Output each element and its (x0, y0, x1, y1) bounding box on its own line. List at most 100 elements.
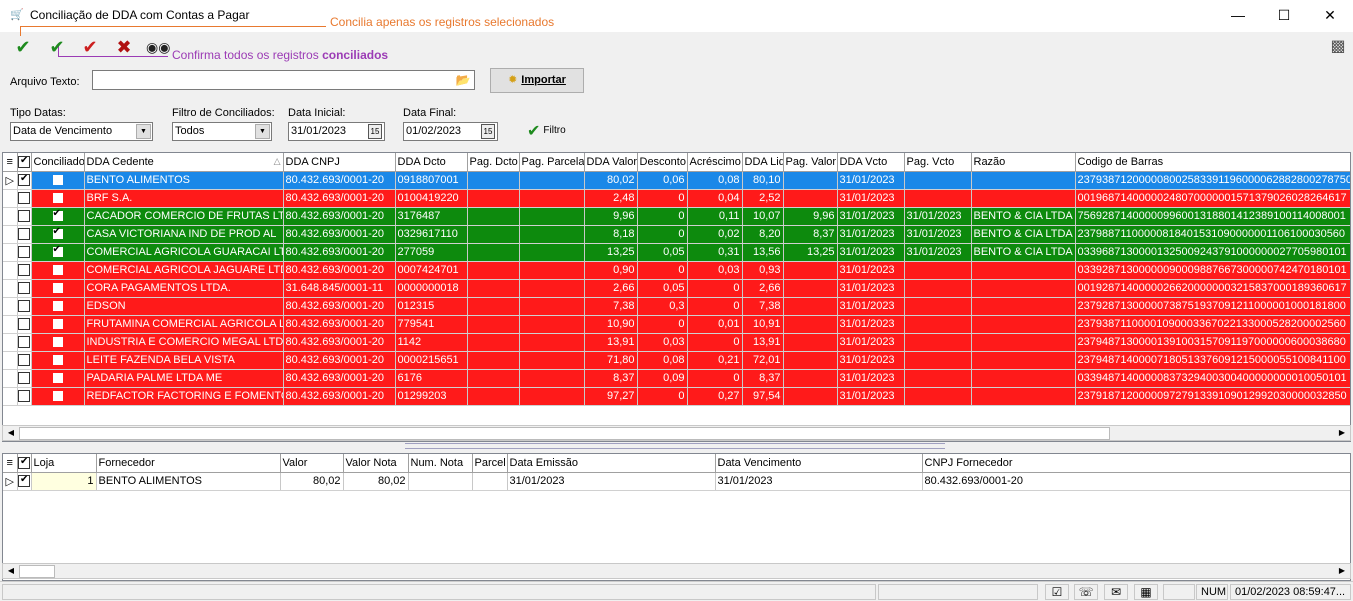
calculator-icon[interactable]: ▦ (1134, 584, 1158, 600)
row-select-cell[interactable] (17, 333, 32, 352)
row-select-checkbox[interactable] (18, 474, 30, 488)
col-razao[interactable]: Razão (971, 153, 1076, 172)
header-menu-icon[interactable]: ≡ (3, 454, 18, 473)
row-select-cell[interactable] (17, 387, 32, 406)
chevron-down-icon[interactable]: ▼ (255, 124, 270, 139)
row-select-cell[interactable] (17, 351, 32, 370)
row-select-checkbox[interactable] (18, 354, 30, 367)
conciliado-cell[interactable] (31, 387, 85, 406)
col-cnpj-fornecedor[interactable]: CNPJ Fornecedor (922, 454, 1350, 473)
data-final-field[interactable]: 01/02/2023 15 (403, 122, 498, 141)
grid-splitter[interactable] (405, 443, 945, 449)
row-select-cell[interactable] (17, 279, 32, 298)
conciliado-cell[interactable] (31, 297, 85, 316)
table-row[interactable]: CASA VICTORIANA IND DE PROD AL80.432.693… (3, 225, 1350, 244)
row-select-cell[interactable] (17, 171, 32, 190)
table-row[interactable]: CACADOR COMERCIO DE FRUTAS LTD80.432.693… (3, 207, 1350, 226)
row-select-cell[interactable] (17, 297, 32, 316)
row-select-cell[interactable] (17, 189, 32, 208)
row-select-checkbox[interactable] (18, 246, 30, 259)
check-red-icon[interactable]: ✔ (79, 36, 101, 58)
select-all-checkbox[interactable] (17, 454, 32, 473)
col-pag-dcto[interactable]: Pag. Dcto (467, 153, 520, 172)
conciliado-cell[interactable] (31, 333, 85, 352)
col-parcel[interactable]: Parcel (472, 454, 508, 473)
row-select-checkbox[interactable] (18, 282, 30, 295)
row-select-checkbox[interactable] (18, 173, 30, 187)
conciliado-checkbox[interactable] (52, 226, 63, 240)
col-loja[interactable]: Loja (31, 454, 97, 473)
calendar-icon[interactable]: 15 (368, 124, 382, 139)
scroll-left-icon[interactable]: ◀ (3, 564, 19, 578)
conciliado-cell[interactable] (31, 171, 85, 190)
open-folder-icon[interactable]: 📂 (455, 72, 471, 88)
table-row[interactable]: LEITE FAZENDA BELA VISTA 80.432.693/0001-… (3, 351, 1350, 370)
conciliado-checkbox[interactable] (52, 391, 63, 402)
col-codigo-barras[interactable]: Codigo de Barras (1075, 153, 1350, 172)
data-inicial-field[interactable]: 31/01/2023 15 (288, 122, 385, 141)
check-all-icon[interactable]: ✔ (46, 36, 68, 58)
checkbox-icon[interactable] (18, 456, 30, 469)
row-select-checkbox[interactable] (18, 390, 30, 403)
col-conciliado[interactable]: Conciliado (31, 153, 85, 172)
chevron-down-icon[interactable]: ▼ (136, 124, 151, 139)
row-select-cell[interactable] (17, 261, 32, 280)
mail-icon[interactable]: ✉ (1104, 584, 1128, 600)
row-select-checkbox[interactable] (18, 336, 30, 349)
checklist-icon[interactable]: ☑ (1045, 584, 1069, 600)
row-select-cell[interactable] (17, 369, 32, 388)
row-select-checkbox[interactable] (18, 192, 30, 205)
minimize-button[interactable]: — (1215, 0, 1261, 32)
col-dda-vcto[interactable]: DDA Vcto (837, 153, 905, 172)
table-row[interactable]: INDUSTRIA E COMERCIO MEGAL LTD 80.432.693… (3, 333, 1350, 352)
table-row[interactable]: ▷ BENTO ALIMENTOS80.432.693/0001-20091880… (3, 171, 1350, 190)
row-select-cell[interactable] (17, 207, 32, 226)
col-dda-cedente[interactable]: DDA Cedente △ (84, 153, 284, 172)
cancel-icon[interactable]: ✖ (113, 36, 135, 58)
binoculars-icon[interactable]: ◉◉ (146, 36, 170, 58)
col-pag-valor[interactable]: Pag. Valor (783, 153, 838, 172)
conciliado-checkbox[interactable] (52, 175, 63, 186)
close-button[interactable]: ✕ (1307, 0, 1353, 32)
contas-horizontal-scrollbar[interactable]: ◀ ▶ (2, 563, 1351, 579)
conciliado-checkbox[interactable] (52, 301, 63, 312)
col-valor-nota[interactable]: Valor Nota (343, 454, 409, 473)
col-dda-liq[interactable]: DDA Liq (742, 153, 784, 172)
row-select-checkbox[interactable] (18, 264, 30, 277)
conciliado-cell[interactable] (31, 369, 85, 388)
col-pag-vcto[interactable]: Pag. Vcto (904, 153, 972, 172)
table-row[interactable]: COMERCIAL AGRICOLA JAGUARE LTD 80.432.693… (3, 261, 1350, 280)
col-acrescimo[interactable]: Acréscimo (687, 153, 743, 172)
row-select-cell[interactable] (17, 472, 32, 491)
select-all-checkbox[interactable] (17, 153, 32, 172)
conciliado-cell[interactable] (31, 189, 85, 208)
table-row[interactable]: CORA PAGAMENTOS LTDA. 31.648.845/0001-11 0… (3, 279, 1350, 298)
table-row[interactable]: REDFACTOR FACTORING E FOMENTO 80.432.693/… (3, 387, 1350, 406)
import-button[interactable]: ✹ Importar (490, 68, 584, 93)
scroll-right-icon[interactable]: ▶ (1334, 564, 1350, 578)
header-menu-icon[interactable]: ≡ (3, 153, 18, 172)
row-select-checkbox[interactable] (18, 228, 30, 241)
table-row[interactable]: COMERCIAL AGRICOLA GUARACAI LT80.432.693… (3, 243, 1350, 262)
conciliado-checkbox[interactable] (52, 337, 63, 348)
conciliado-checkbox[interactable] (52, 373, 63, 384)
conciliado-checkbox[interactable] (52, 244, 63, 258)
conciliado-checkbox[interactable] (52, 265, 63, 276)
scroll-thumb[interactable] (19, 565, 55, 578)
conciliado-cell[interactable] (31, 243, 85, 262)
col-pag-parcela[interactable]: Pag. Parcela (519, 153, 585, 172)
conciliado-checkbox[interactable] (52, 283, 63, 294)
table-row[interactable]: FRUTAMINA COMERCIAL AGRICOLA L 80.432.693… (3, 315, 1350, 334)
col-data-vencimento[interactable]: Data Vencimento (715, 454, 923, 473)
col-dda-dcto[interactable]: DDA Dcto (395, 153, 468, 172)
maximize-button[interactable]: ☐ (1261, 0, 1307, 32)
conciliado-cell[interactable] (31, 279, 85, 298)
row-select-cell[interactable] (17, 225, 32, 244)
conciliado-checkbox[interactable] (52, 355, 63, 366)
col-valor[interactable]: Valor (280, 454, 344, 473)
scroll-left-icon[interactable]: ◀ (3, 426, 19, 440)
conciliado-checkbox[interactable] (52, 319, 63, 330)
row-select-checkbox[interactable] (18, 372, 30, 385)
table-row[interactable]: ▷1BENTO ALIMENTOS80,0280,0231/01/202331/… (3, 472, 1350, 491)
table-row[interactable]: PADARIA PALME LTDA ME 80.432.693/0001-20 6… (3, 369, 1350, 388)
